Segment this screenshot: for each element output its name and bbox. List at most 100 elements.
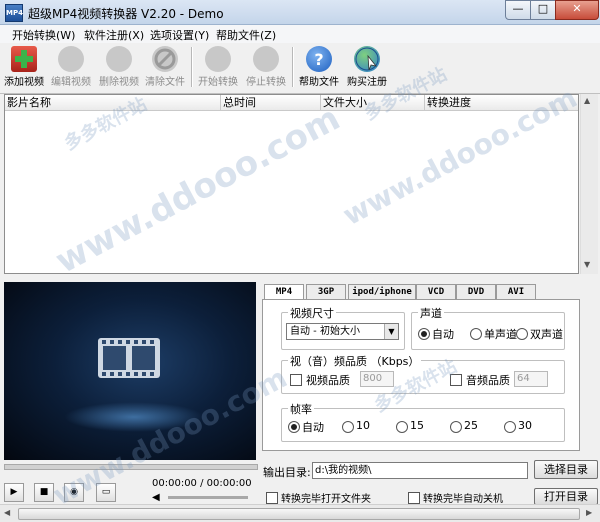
video-quality-input[interactable]: 800	[360, 371, 394, 387]
fps-auto-radio[interactable]	[288, 421, 300, 433]
audio-quality-label: 音频品质	[466, 374, 510, 387]
shutdown-label: 转换完毕自动关机	[423, 494, 503, 505]
shutdown-checkbox[interactable]	[408, 492, 420, 504]
fps-30-radio[interactable]	[504, 421, 516, 433]
channel-auto-radio[interactable]	[418, 328, 430, 340]
buy-register-button[interactable]: 购买注册	[344, 43, 390, 91]
stop-icon: ■	[39, 487, 49, 497]
quality-group: 视（音）频品质 （Kbps） 视频品质 800 音频品质 64	[281, 353, 565, 394]
frame-rate-group: 帧率 自动 10 15 25 30	[281, 401, 565, 442]
add-video-label: 添加视频	[4, 77, 44, 88]
buy-register-label: 购买注册	[347, 77, 387, 88]
video-quality-checkbox[interactable]	[290, 374, 302, 386]
video-size-value: 自动 - 初始大小	[290, 326, 360, 337]
frame-rate-label: 帧率	[288, 401, 314, 417]
output-dir-label: 输出目录:	[263, 466, 311, 479]
camera-icon: ◉	[70, 487, 78, 497]
window-title: 超级MP4视频转换器 V2.20 - Demo	[28, 7, 224, 21]
close-icon: ✕	[572, 2, 582, 15]
close-button[interactable]: ✕	[555, 0, 599, 20]
column-movie-name[interactable]: 影片名称	[5, 95, 221, 110]
scroll-thumb[interactable]	[18, 508, 580, 520]
audio-quality-input[interactable]: 64	[514, 371, 548, 387]
open-dir-button[interactable]: 打开目录	[534, 488, 598, 505]
fps-25-radio[interactable]	[450, 421, 462, 433]
toolbar: 添加视频 编辑视频 删除视频 清除文件 开始转换 停止转换 ? 帮助文件 购买注…	[0, 43, 600, 94]
video-size-select[interactable]: 自动 - 初始大小 ▼	[286, 323, 399, 340]
list-vertical-scrollbar[interactable]: ▲ ▼	[580, 94, 598, 274]
tab-vcd[interactable]: VCD	[416, 284, 456, 299]
list-header: 影片名称 总时间 文件大小 转换进度	[5, 95, 578, 111]
clear-files-label: 清除文件	[145, 77, 185, 88]
channel-mono-label: 单声道	[484, 328, 517, 341]
tab-mp4[interactable]: MP4	[264, 284, 304, 300]
channel-stereo-radio[interactable]	[516, 328, 528, 340]
audio-channel-group: 声道 自动 单声道 双声道	[411, 305, 565, 350]
app-logo-icon: MP4	[5, 4, 23, 22]
maximize-icon: □	[537, 2, 549, 15]
minimize-button[interactable]: —	[505, 0, 531, 20]
svg-text:?: ?	[314, 50, 323, 69]
seek-bar[interactable]	[4, 464, 258, 470]
menu-options[interactable]: 选项设置(Y)	[150, 27, 209, 43]
help-file-button[interactable]: ? 帮助文件	[296, 43, 342, 91]
choose-dir-button[interactable]: 选择目录	[534, 460, 598, 479]
clear-files-icon	[152, 46, 178, 72]
menu-register[interactable]: 软件注册(X)	[84, 27, 144, 43]
stop-button[interactable]: ■	[34, 483, 54, 502]
scroll-up-icon[interactable]: ▲	[584, 96, 590, 105]
start-convert-button[interactable]: 开始转换	[195, 43, 241, 91]
fps-10-radio[interactable]	[342, 421, 354, 433]
edit-video-button[interactable]: 编辑视频	[48, 43, 94, 91]
fps-15-radio[interactable]	[396, 421, 408, 433]
help-question-icon: ?	[306, 46, 332, 72]
maximize-button[interactable]: □	[530, 0, 556, 20]
clear-files-button[interactable]: 清除文件	[142, 43, 188, 91]
add-video-icon	[11, 46, 37, 72]
channel-mono-radio[interactable]	[470, 328, 482, 340]
volume-icon[interactable]: ◀	[152, 492, 160, 503]
scroll-right-icon[interactable]: ▶	[586, 508, 592, 517]
play-button[interactable]: ▶	[4, 483, 24, 502]
toolbar-separator	[191, 47, 193, 87]
menu-help[interactable]: 帮助文件(Z)	[216, 27, 276, 43]
snapshot-button[interactable]: ◉	[64, 483, 84, 502]
scroll-left-icon[interactable]: ◀	[4, 508, 10, 517]
title-bar: MP4 超级MP4视频转换器 V2.20 - Demo — □ ✕	[0, 0, 600, 25]
channel-auto-label: 自动	[432, 328, 454, 341]
output-dir-input[interactable]: d:\我的视频\	[312, 462, 528, 479]
film-strip-icon	[98, 338, 160, 378]
fps-10-label: 10	[356, 419, 370, 432]
tab-avi[interactable]: AVI	[496, 284, 536, 299]
edit-video-icon	[58, 46, 84, 72]
fps-25-label: 25	[464, 419, 478, 432]
format-tabs: MP4 3GP ipod/iphone VCD DVD AVI	[262, 284, 580, 300]
start-convert-label: 开始转换	[198, 77, 238, 88]
quality-label: 视（音）频品质 （Kbps）	[288, 353, 422, 369]
tab-3gp[interactable]: 3GP	[306, 284, 346, 299]
tab-ipod-iphone[interactable]: ipod/iphone	[348, 284, 416, 299]
help-file-label: 帮助文件	[299, 77, 339, 88]
column-progress[interactable]: 转换进度	[425, 95, 577, 110]
file-list[interactable]: 影片名称 总时间 文件大小 转换进度	[4, 94, 579, 274]
tab-dvd[interactable]: DVD	[456, 284, 496, 299]
add-video-button[interactable]: 添加视频	[2, 43, 46, 91]
fullscreen-button[interactable]: ▭	[96, 483, 116, 502]
horizontal-scrollbar[interactable]: ◀ ▶	[0, 504, 600, 522]
stop-convert-label: 停止转换	[246, 77, 286, 88]
open-folder-checkbox[interactable]	[266, 492, 278, 504]
audio-quality-checkbox[interactable]	[450, 374, 462, 386]
scroll-down-icon[interactable]: ▼	[584, 260, 590, 269]
fullscreen-icon: ▭	[101, 487, 111, 497]
stop-convert-button[interactable]: 停止转换	[243, 43, 289, 91]
video-size-group: 视频尺寸 自动 - 初始大小 ▼	[281, 305, 405, 350]
column-file-size[interactable]: 文件大小	[321, 95, 425, 110]
column-total-time[interactable]: 总时间	[221, 95, 321, 110]
edit-video-label: 编辑视频	[51, 77, 91, 88]
start-convert-icon	[205, 46, 231, 72]
audio-channel-label: 声道	[418, 305, 444, 321]
delete-video-button[interactable]: 删除视频	[96, 43, 142, 91]
fps-auto-label: 自动	[302, 421, 324, 434]
volume-slider[interactable]	[168, 496, 248, 499]
menu-start-convert[interactable]: 开始转换(W)	[12, 27, 75, 43]
